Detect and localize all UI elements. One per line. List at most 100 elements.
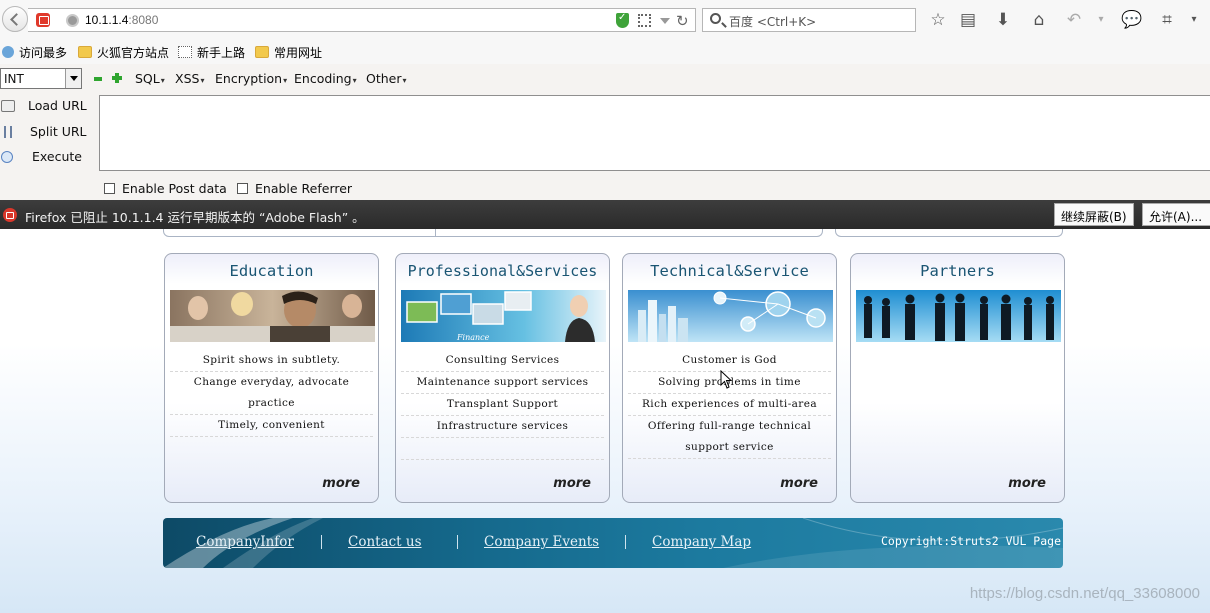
decrease-icon[interactable]: [94, 77, 102, 81]
search-bar[interactable]: 百度 <Ctrl+K>: [702, 8, 916, 32]
mouse-cursor-icon: [720, 370, 733, 389]
previous-section-box: [163, 229, 823, 237]
menu-encoding[interactable]: Encoding: [294, 71, 357, 86]
load-url-label: Load URL: [28, 98, 87, 113]
list-item[interactable]: Spirit shows in subtlety.: [170, 350, 373, 372]
menu-dropdown-icon[interactable]: ▾: [1184, 10, 1204, 30]
url-bar[interactable]: 10.1.1.4:8080 ↻: [28, 8, 696, 32]
menu-sql[interactable]: SQL: [135, 71, 165, 86]
watermark-text: https://blog.csdn.net/qq_33608000: [969, 585, 1200, 602]
list-item[interactable]: Transplant Support: [401, 394, 604, 416]
list-item[interactable]: Rich experiences of multi-area: [628, 394, 831, 416]
bookmark-star-icon[interactable]: ☆: [928, 10, 948, 30]
chevron-down-icon[interactable]: [65, 69, 81, 88]
back-button[interactable]: [2, 6, 28, 32]
folder-icon: [78, 46, 92, 58]
plugin-blocked-notification: Firefox 已阻止 10.1.1.4 运行早期版本的 “Adobe Flas…: [0, 200, 1210, 229]
reading-list-icon[interactable]: ▤: [958, 10, 978, 30]
bookmarks-bar: 访问最多 火狐官方站点 新手上路 常用网址: [0, 40, 1210, 64]
enable-referrer-label: Enable Referrer: [255, 181, 353, 196]
list-item[interactable]: Customer is God: [628, 350, 831, 372]
url-host: 10.1.1.4: [85, 13, 129, 27]
checkbox-box[interactable]: [237, 183, 248, 194]
bookmark-label: 新手上路: [197, 46, 246, 60]
list-item[interactable]: Maintenance support services: [401, 372, 604, 394]
bookmark-firefox-site[interactable]: 火狐官方站点: [78, 44, 169, 61]
site-identity-icon[interactable]: [66, 14, 79, 27]
list-item[interactable]: Infrastructure services: [401, 416, 604, 438]
type-select-value: INT: [4, 72, 24, 86]
flash-plugin-icon[interactable]: [36, 13, 50, 27]
split-url-label: Split URL: [30, 124, 87, 139]
bookmark-most-visited[interactable]: 访问最多: [2, 44, 67, 61]
footer-link-company-infor[interactable]: CompanyInfor: [196, 534, 294, 550]
play-icon: [1, 151, 13, 163]
bookmark-label: 访问最多: [19, 46, 68, 60]
menu-xss[interactable]: XSS: [175, 71, 204, 86]
type-select[interactable]: INT: [0, 68, 82, 89]
load-url-icon: [1, 100, 15, 112]
card-title: Partners: [920, 262, 995, 280]
allow-button[interactable]: 允许(A)...: [1142, 203, 1210, 226]
list-item[interactable]: Change everyday, advocate practice: [170, 372, 373, 415]
dotted-page-icon: [178, 46, 192, 58]
qr-code-icon[interactable]: [638, 14, 651, 27]
list-item: [401, 438, 604, 460]
undo-dropdown-icon[interactable]: ▾: [1091, 10, 1111, 30]
list-item[interactable]: Offering full-range technical support se…: [628, 416, 831, 459]
enable-post-data-label: Enable Post data: [122, 181, 227, 196]
card-education: Education Spirit shows in subtlety. Chan…: [164, 253, 379, 503]
continue-blocking-button[interactable]: 继续屏蔽(B): [1054, 203, 1134, 226]
card-title: Professional&Services: [407, 262, 598, 280]
history-dropdown-icon[interactable]: [660, 18, 670, 24]
finance-image: Finance: [401, 290, 606, 342]
menu-other[interactable]: Other: [366, 71, 407, 86]
menu-encryption[interactable]: Encryption: [215, 71, 287, 86]
home-icon[interactable]: ⌂: [1029, 10, 1049, 30]
screenshot-crop-icon[interactable]: ⌗: [1157, 10, 1177, 30]
download-icon[interactable]: ⬇: [993, 10, 1013, 30]
bookmark-getting-started[interactable]: 新手上路: [178, 44, 245, 61]
notification-text: Firefox 已阻止 10.1.1.4 运行早期版本的 “Adobe Flas…: [25, 210, 365, 225]
enable-post-data-checkbox[interactable]: Enable Post data: [104, 181, 227, 196]
hackbar-url-textarea[interactable]: [99, 95, 1210, 171]
card-partners: Partners more: [850, 253, 1065, 503]
city-network-image: [628, 290, 833, 342]
checkbox-box[interactable]: [104, 183, 115, 194]
footer-separator: [321, 535, 322, 549]
site-footer: CompanyInfor Contact us Company Events C…: [163, 518, 1063, 568]
footer-link-company-events[interactable]: Company Events: [484, 534, 599, 550]
more-link[interactable]: more: [780, 476, 818, 491]
most-visited-icon: [2, 46, 14, 58]
shield-icon[interactable]: [616, 12, 629, 28]
copyright-text: Copyright:Struts2 VUL Page: [880, 534, 1061, 548]
more-link[interactable]: more: [322, 476, 360, 491]
undo-icon[interactable]: ↶: [1064, 10, 1084, 30]
plugin-blocked-icon: [3, 208, 17, 222]
more-link[interactable]: more: [1008, 476, 1046, 491]
search-icon: [710, 13, 721, 24]
footer-link-contact-us[interactable]: Contact us: [348, 534, 422, 550]
web-page-content: Education Spirit shows in subtlety. Chan…: [0, 229, 1210, 613]
bookmark-label: 常用网址: [274, 46, 323, 60]
url-port: :8080: [128, 13, 159, 27]
footer-separator: [457, 535, 458, 549]
more-link[interactable]: more: [553, 476, 591, 491]
footer-link-company-map[interactable]: Company Map: [652, 534, 751, 550]
reload-icon[interactable]: ↻: [676, 12, 689, 30]
card-list: Consulting Services Maintenance support …: [401, 350, 604, 460]
card-title: Education: [229, 262, 314, 280]
list-item[interactable]: Consulting Services: [401, 350, 604, 372]
url-text[interactable]: 10.1.1.4:8080: [85, 13, 158, 27]
increase-icon[interactable]: [112, 73, 122, 83]
image-caption: Finance: [457, 333, 490, 342]
bookmark-label: 火狐官方站点: [97, 46, 170, 60]
list-item[interactable]: Timely, convenient: [170, 415, 373, 437]
enable-referrer-checkbox[interactable]: Enable Referrer: [237, 181, 352, 196]
hackbar-panel: INT SQL XSS Encryption Encoding Other Lo…: [0, 64, 1210, 200]
bookmark-common-sites[interactable]: 常用网址: [255, 44, 322, 61]
chat-bubble-icon[interactable]: 💬: [1121, 10, 1142, 30]
business-people-image: [856, 290, 1061, 342]
browser-nav-bar: 10.1.1.4:8080 ↻ 百度 <Ctrl+K> ☆ ▤ ⬇ ⌂ ↶ ▾ …: [0, 0, 1210, 40]
card-list: Spirit shows in subtlety. Change everyda…: [170, 350, 373, 437]
